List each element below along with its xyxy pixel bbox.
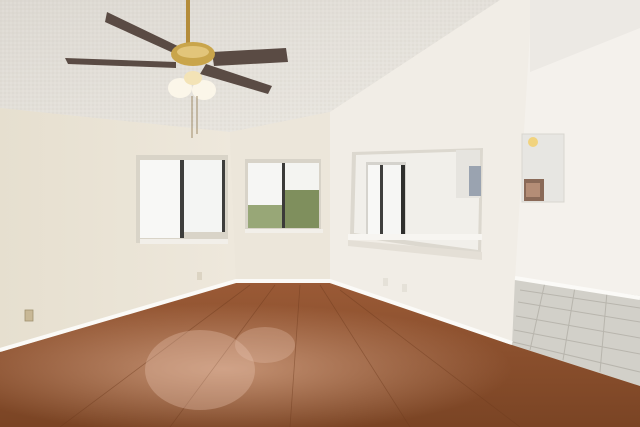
room-photo: [0, 0, 640, 427]
center-window: [245, 159, 323, 233]
adjoining-room: [515, 0, 640, 300]
left-window: [136, 155, 228, 244]
pass-through-opening: [348, 148, 483, 260]
